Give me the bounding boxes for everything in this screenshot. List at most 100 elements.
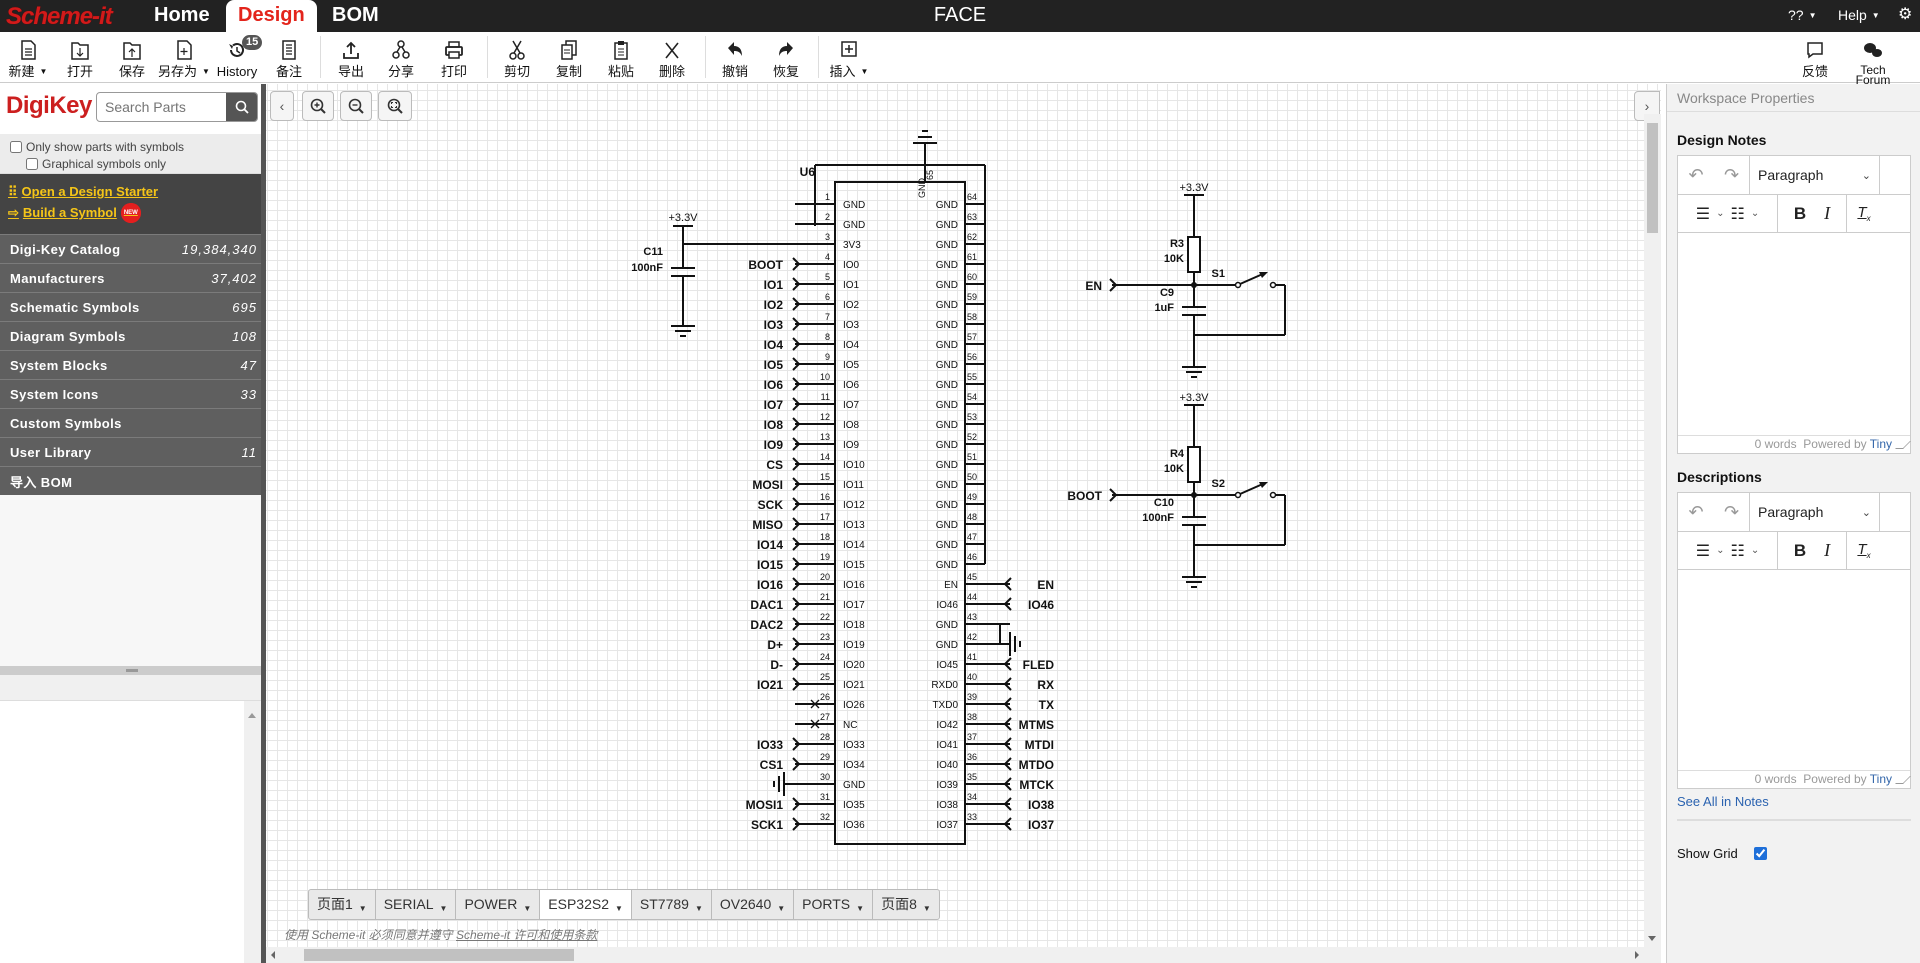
caret-down-icon[interactable]: ▼ [523, 904, 531, 913]
editor-redo-button[interactable]: ↷ [1714, 156, 1750, 194]
page-tab[interactable]: ESP32S2 ▼ [540, 890, 632, 919]
cut-button[interactable]: 剪切 [498, 32, 536, 82]
category-item[interactable]: Diagram Symbols 108 [0, 321, 261, 350]
nav-design[interactable]: Design [226, 0, 317, 32]
editor-content-area[interactable] [1678, 572, 1910, 770]
digikey-logo[interactable]: DigiKey [6, 92, 92, 120]
insert-button[interactable]: 插入 ▼ [828, 32, 870, 82]
save-as-button[interactable]: 另存为 ▼ [158, 32, 210, 82]
page-tab[interactable]: POWER ▼ [456, 890, 541, 919]
history-button[interactable]: 15 History [216, 32, 263, 82]
print-button[interactable]: 打印 [435, 32, 473, 82]
category-item[interactable]: Custom Symbols [0, 408, 261, 437]
only-symbols-filter[interactable]: Only show parts with symbols [0, 138, 261, 155]
collapse-left-button[interactable]: ‹ [270, 91, 294, 121]
page-tab[interactable]: 页面1 ▼ [309, 890, 376, 919]
numbered-list-icon[interactable]: ☷ [1731, 541, 1745, 561]
results-scrollbar[interactable] [244, 701, 261, 963]
tiny-link[interactable]: Tiny [1870, 772, 1892, 786]
delete-button[interactable]: 删除 [653, 32, 691, 82]
chevron-down-icon[interactable]: ⌄ [1716, 208, 1724, 219]
clear-format-button[interactable]: Tx [1847, 532, 1881, 569]
category-item[interactable]: Manufacturers 37,402 [0, 263, 261, 292]
see-all-in-notes-link[interactable]: See All in Notes [1677, 794, 1769, 809]
search-parts-input[interactable] [97, 93, 227, 121]
scheme-it-logo[interactable]: Scheme-it [6, 3, 113, 31]
page-tab[interactable]: 页面8 ▼ [873, 890, 939, 919]
bold-icon[interactable]: B [1794, 541, 1806, 561]
redo-button[interactable]: 恢复 [767, 32, 805, 82]
chevron-down-icon[interactable]: ⌄ [1716, 545, 1724, 556]
scroll-left-arrow-icon[interactable] [271, 951, 275, 959]
panel-resize-handle[interactable] [0, 666, 261, 675]
category-item[interactable]: 导入 BOM [0, 466, 261, 495]
canvas-vertical-scrollbar[interactable] [1644, 114, 1661, 947]
bullet-list-icon[interactable]: ☰ [1696, 541, 1710, 561]
caret-down-icon[interactable]: ▼ [923, 904, 931, 913]
caret-down-icon[interactable]: ▼ [777, 904, 785, 913]
paste-button[interactable]: 粘贴 [602, 32, 640, 82]
graphical-only-filter[interactable]: Graphical symbols only [0, 155, 261, 172]
caret-down-icon[interactable]: ▼ [695, 904, 703, 913]
zoom-in-button[interactable] [302, 91, 334, 121]
new-button[interactable]: 新建 ▼ [6, 32, 50, 82]
undo-button[interactable]: 撤销 [716, 32, 754, 82]
category-item[interactable]: System Icons 33 [0, 379, 261, 408]
resize-grip-icon[interactable] [1895, 441, 1911, 449]
bold-icon[interactable]: B [1794, 204, 1806, 224]
nav-bom[interactable]: BOM [320, 0, 391, 32]
italic-icon[interactable]: I [1824, 540, 1830, 561]
caret-down-icon[interactable]: ▼ [359, 904, 367, 913]
category-item[interactable]: Digi-Key Catalog 19,384,340 [0, 234, 261, 263]
block-format-select[interactable]: Paragraph ⌄ [1750, 493, 1880, 531]
feedback-button[interactable]: 反馈 [1795, 32, 1835, 82]
page-tab[interactable]: ST7789 ▼ [632, 890, 712, 919]
caret-down-icon[interactable]: ▼ [856, 904, 864, 913]
chevron-down-icon[interactable]: ⌄ [1751, 545, 1759, 556]
resize-grip-icon[interactable] [1895, 776, 1911, 784]
search-button[interactable] [226, 93, 257, 121]
bullet-list-icon[interactable]: ☰ [1696, 204, 1710, 224]
canvas-horizontal-scrollbar[interactable] [266, 947, 1661, 963]
block-format-select[interactable]: Paragraph ⌄ [1750, 156, 1880, 194]
language-menu[interactable]: ?? ▼ [1788, 0, 1817, 31]
chevron-down-icon[interactable]: ⌄ [1751, 208, 1759, 219]
page-tab[interactable]: PORTS ▼ [794, 890, 874, 919]
scroll-right-arrow-icon[interactable] [1635, 951, 1639, 959]
schematic-canvas[interactable]: U6 GND 65 1 GND 2 GND 3 3V3 4 IO0 BOOT 5 IO1 IO1 6 IO2 IO… [266, 84, 1661, 963]
tech-forum-button[interactable]: Tech Forum [1851, 32, 1895, 86]
page-tab[interactable]: OV2640 ▼ [712, 890, 795, 919]
editor-content-area[interactable] [1678, 235, 1910, 435]
build-symbol-link[interactable]: ⇨ Build a Symbol NEW [0, 202, 261, 223]
zoom-fit-button[interactable] [378, 91, 412, 121]
vscroll-thumb[interactable] [1647, 123, 1658, 233]
category-item[interactable]: Schematic Symbols 695 [0, 292, 261, 321]
open-design-starter-link[interactable]: ⠿ Open a Design Starter [0, 181, 261, 202]
nav-home[interactable]: Home [142, 0, 222, 32]
share-button[interactable]: 分享 [382, 32, 420, 82]
page-tab[interactable]: SERIAL ▼ [376, 890, 457, 919]
editor-undo-button[interactable]: ↶ [1678, 493, 1714, 531]
caret-down-icon[interactable]: ▼ [440, 904, 448, 913]
zoom-out-button[interactable] [340, 91, 372, 121]
caret-down-icon[interactable]: ▼ [615, 904, 623, 913]
scroll-down-arrow-icon[interactable] [1648, 936, 1656, 941]
category-item[interactable]: System Blocks 47 [0, 350, 261, 379]
save-button[interactable]: 保存 [112, 32, 152, 82]
hscroll-thumb[interactable] [304, 949, 574, 961]
category-item[interactable]: User Library 11 [0, 437, 261, 466]
show-grid-toggle[interactable]: Show Grid [1677, 846, 1767, 861]
italic-icon[interactable]: I [1824, 203, 1830, 224]
help-menu[interactable]: Help ▼ [1838, 0, 1880, 31]
tiny-link[interactable]: Tiny [1870, 437, 1892, 451]
open-button[interactable]: 打开 [60, 32, 100, 82]
editor-undo-button[interactable]: ↶ [1678, 156, 1714, 194]
copy-button[interactable]: 复制 [550, 32, 588, 82]
clear-format-button[interactable]: Tx [1847, 195, 1881, 232]
export-button[interactable]: 导出 [332, 32, 370, 82]
show-grid-checkbox[interactable] [1753, 847, 1767, 860]
graphical-only-checkbox[interactable] [26, 157, 38, 170]
schematic-drawing[interactable]: U6GND651GND2GND33V34IO0BOOT5IO1IO16IO2IO… [266, 84, 1661, 963]
editor-redo-button[interactable]: ↷ [1714, 493, 1750, 531]
only-symbols-checkbox[interactable] [10, 140, 22, 153]
